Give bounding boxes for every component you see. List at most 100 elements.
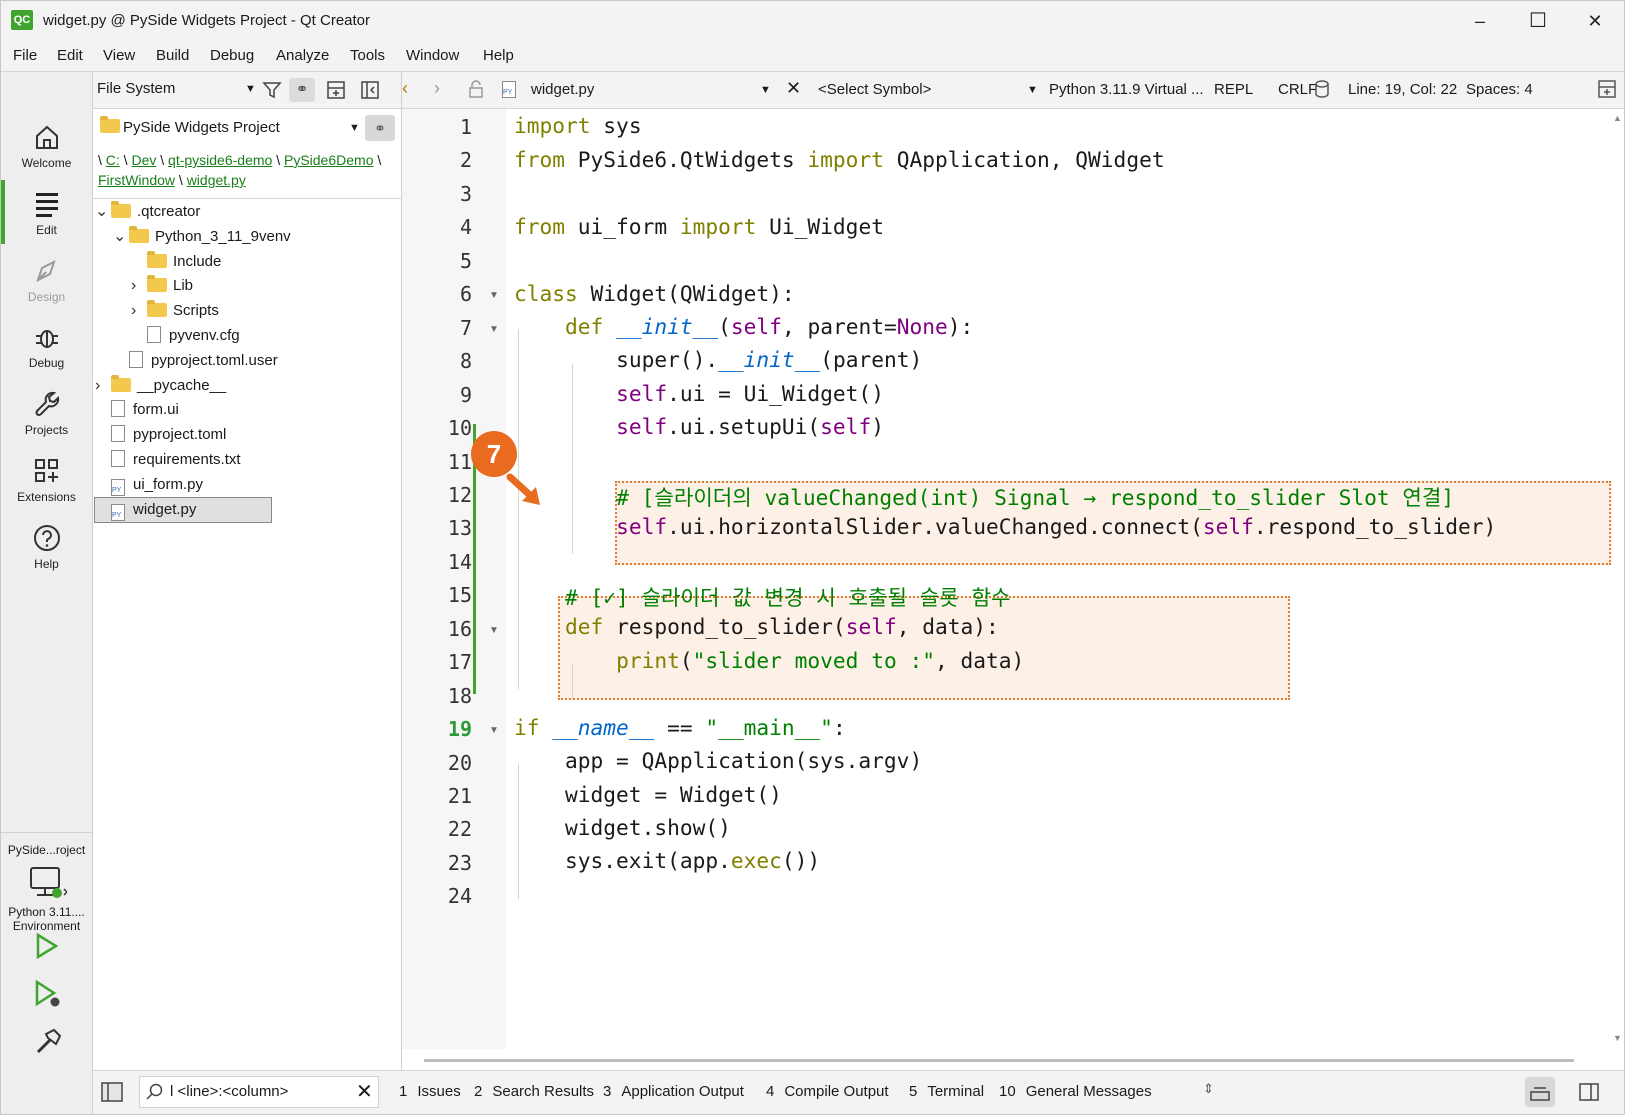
lock-icon[interactable] [468,80,484,98]
line-number[interactable]: 18 [402,684,472,708]
output-tab[interactable]: 10 General Messages [999,1083,1152,1100]
repl-button[interactable]: REPL [1214,81,1253,98]
collapse-chevron-icon[interactable]: › [131,299,147,323]
split-editor-icon[interactable] [1598,80,1616,98]
close-sidebar-icon[interactable] [357,78,383,102]
line-number[interactable]: 12 [402,483,472,507]
line-number[interactable]: 4 [402,215,472,239]
menu-view[interactable]: View [103,47,135,64]
line-number[interactable]: 20 [402,751,472,775]
line-number[interactable]: 10 [402,416,472,440]
clear-locator-icon[interactable]: ✕ [356,1079,373,1104]
tree-item[interactable]: › Lib [131,274,193,298]
symbol-selector[interactable]: <Select Symbol> [818,81,931,98]
more-tabs-icon[interactable]: ⇕ [1203,1081,1214,1097]
tree-item[interactable]: › __pycache__ [95,374,226,398]
line-number[interactable]: 6 [402,282,472,306]
mode-projects[interactable]: Projects [1,389,92,437]
breadcrumb-link[interactable]: Dev [131,152,156,168]
breadcrumb-link[interactable]: qt-pyside6-demo [168,152,272,168]
build-hammer-icon[interactable] [34,1028,62,1056]
filter-icon[interactable] [259,78,285,102]
line-number[interactable]: 2 [402,148,472,172]
menu-build[interactable]: Build [156,47,189,64]
output-tab[interactable]: 2 Search Results [474,1083,594,1100]
indentation-setting[interactable]: Spaces: 4 [1466,81,1533,98]
line-number[interactable]: 8 [402,349,472,373]
menu-file[interactable]: File [13,47,37,64]
line-number[interactable]: 14 [402,550,472,574]
line-number[interactable]: 22 [402,817,472,841]
tree-item[interactable]: ⌄ Python_3_11_9venv [113,225,291,249]
tree-item[interactable]: PY widget.py [94,496,272,523]
horizontal-scrollbar[interactable] [424,1059,1574,1062]
line-number[interactable]: 23 [402,851,472,875]
output-tab[interactable]: 4 Compile Output [766,1083,889,1100]
code-editor[interactable]: 1 2 3 4 5 6 ▼ 7 ▼ 8 9 10 11 12 13 14 15 16 ▼ 17 18 19 ▼ 20 21 22 2… [402,109,1612,1049]
minimize-button[interactable]: – [1451,1,1509,41]
line-number[interactable]: 11 [402,450,472,474]
scroll-down-icon[interactable]: ▼ [1613,1033,1622,1043]
line-ending-selector[interactable]: CRLF [1278,81,1317,98]
line-number[interactable]: 19 [402,717,472,741]
fold-marker-icon[interactable]: ▼ [489,324,499,335]
forward-icon[interactable]: › [434,78,440,99]
sidebar-view-selector[interactable]: File System ▼ [97,80,256,97]
fold-marker-icon[interactable]: ▼ [489,625,499,636]
menu-edit[interactable]: Edit [57,47,83,64]
menu-window[interactable]: Window [406,47,459,64]
menu-debug[interactable]: Debug [210,47,254,64]
line-number[interactable]: 1 [402,115,472,139]
fold-marker-icon[interactable]: ▼ [489,725,499,736]
cursor-position[interactable]: Line: 19, Col: 22 [1348,81,1457,98]
tree-item[interactable]: PY ui_form.py [95,473,203,497]
open-document-selector[interactable]: widget.py [531,81,594,98]
line-number[interactable]: 7 [402,316,472,340]
mode-design[interactable]: Design [1,256,92,304]
close-window-button[interactable]: ✕ [1566,1,1624,41]
mode-welcome[interactable]: Welcome [1,122,92,170]
breadcrumb-link[interactable]: FirstWindow [98,172,175,188]
breadcrumb-link[interactable]: widget.py [187,172,246,188]
locator-input[interactable]: l <line>:<column> ✕ [139,1076,379,1108]
tree-item[interactable]: › Scripts [131,299,219,323]
link-with-editor-button[interactable]: ⚭ [289,78,315,102]
line-number[interactable]: 17 [402,650,472,674]
line-number[interactable]: 9 [402,383,472,407]
run-icon[interactable] [34,932,60,960]
project-selector[interactable]: PySide Widgets Project ▼ ⚭ [93,110,401,144]
expand-chevron-icon[interactable]: ⌄ [113,225,129,249]
tree-item[interactable]: requirements.txt [95,448,241,472]
toggle-output-pane-button[interactable] [1525,1077,1555,1107]
tree-item[interactable]: pyproject.toml.user [113,349,278,373]
debug-run-icon[interactable] [34,979,62,1009]
collapse-chevron-icon[interactable]: › [131,274,147,298]
line-number[interactable]: 15 [402,583,472,607]
line-number[interactable]: 21 [402,784,472,808]
expand-chevron-icon[interactable]: ⌄ [95,200,111,224]
tree-item[interactable]: ⌄ .qtcreator [95,200,200,224]
tree-item[interactable]: pyvenv.cfg [131,324,240,348]
mode-edit[interactable]: Edit [1,189,92,237]
sync-link-button[interactable]: ⚭ [365,115,395,141]
mode-debug[interactable]: Debug [1,322,92,370]
line-number[interactable]: 24 [402,884,472,908]
toggle-right-sidebar-icon[interactable] [1579,1083,1599,1101]
maximize-button[interactable]: ☐ [1509,1,1567,41]
target-selector[interactable]: PySide...roject Python 3.11.... Environm… [1,832,92,983]
fold-marker-icon[interactable]: ▼ [489,290,499,301]
scroll-up-icon[interactable]: ▲ [1613,113,1622,123]
back-icon[interactable]: ‹ [402,78,408,99]
encoding-icon[interactable] [1314,79,1332,99]
tree-item[interactable]: pyproject.toml [95,423,226,447]
chevron-down-icon[interactable]: ▼ [760,84,771,96]
close-document-icon[interactable]: ✕ [786,78,801,99]
interpreter-selector[interactable]: Python 3.11.9 Virtual ... [1049,81,1204,98]
output-tab[interactable]: 1 Issues [399,1083,461,1100]
collapse-chevron-icon[interactable]: › [95,374,111,398]
output-tab[interactable]: 3 Application Output [603,1083,744,1100]
output-tab[interactable]: 5 Terminal [909,1083,984,1100]
line-number[interactable]: 3 [402,182,472,206]
chevron-down-icon[interactable]: ▼ [1027,84,1038,96]
menu-tools[interactable]: Tools [350,47,385,64]
